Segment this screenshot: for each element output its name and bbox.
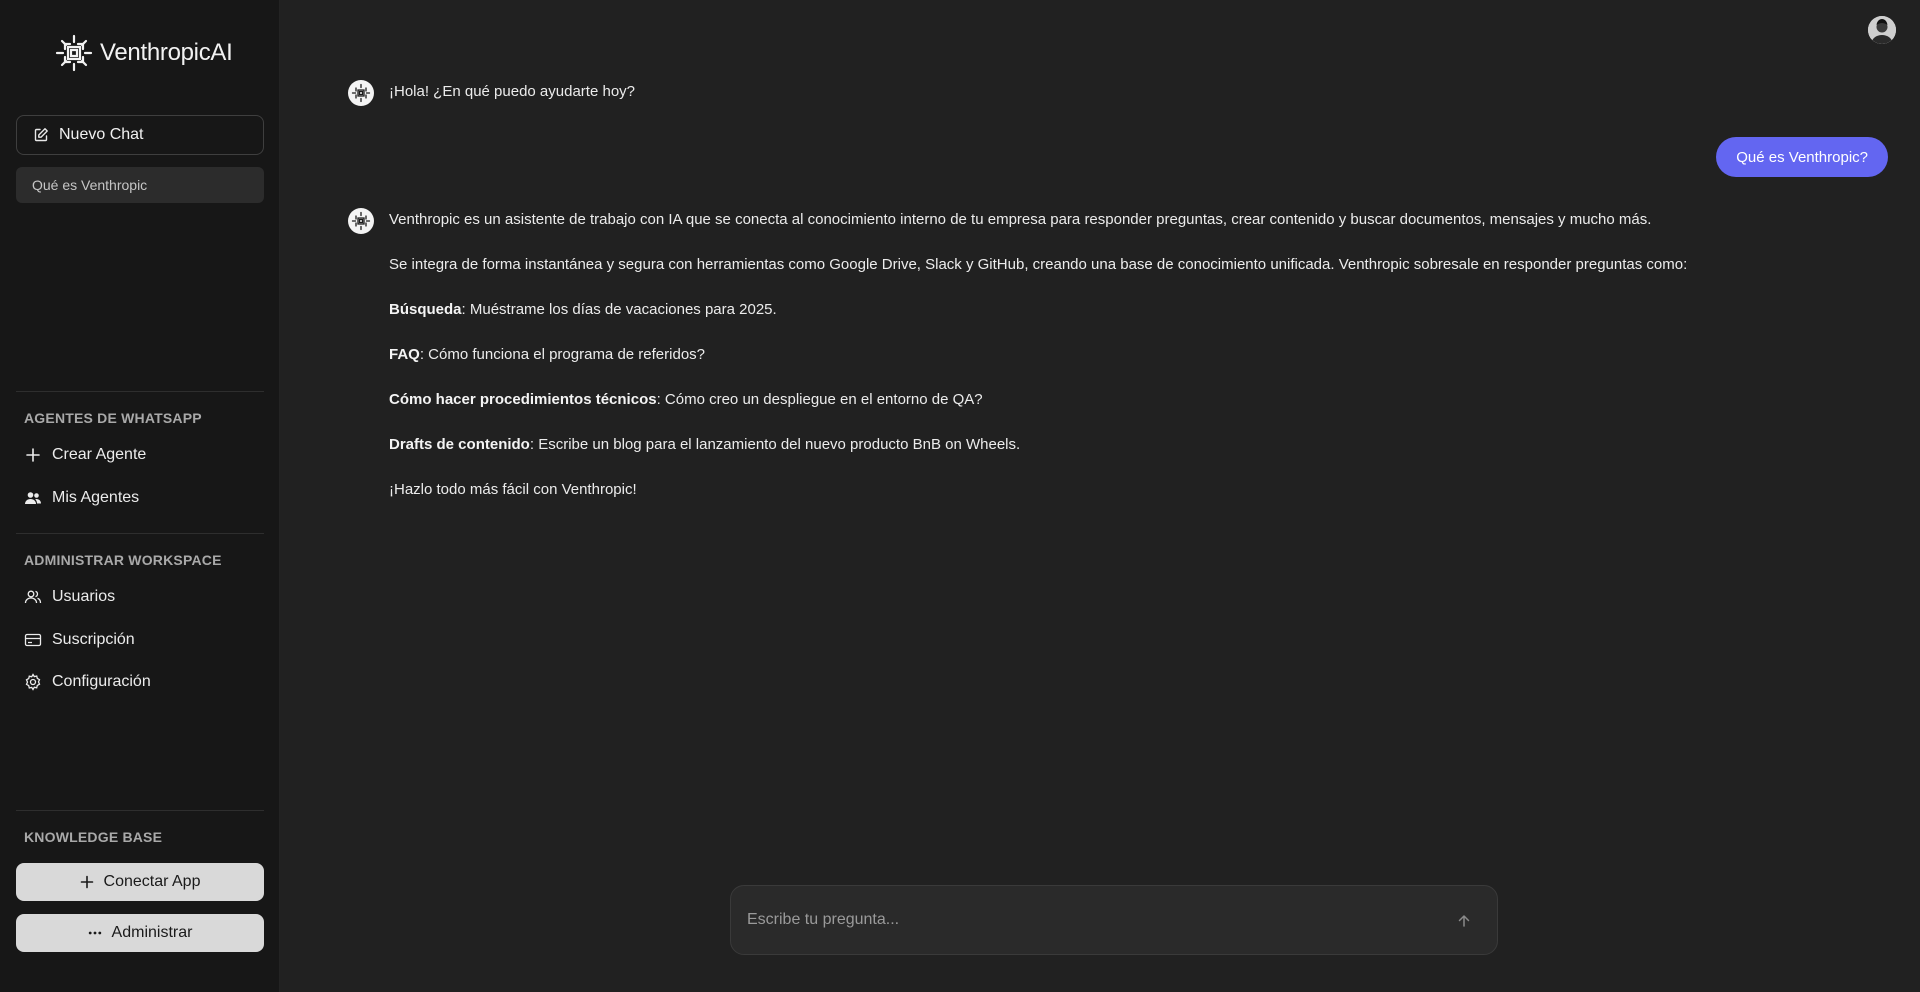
example-text: : Muéstrame los días de vacaciones para …: [461, 301, 777, 318]
sidebar-item-mis-agentes[interactable]: Mis Agentes: [24, 485, 139, 511]
user-group-icon: [24, 590, 42, 604]
plus-icon: [80, 875, 93, 889]
sidebar: VenthropicAI Nuevo Chat Qué es Venthropi…: [0, 0, 280, 992]
example-text: : Cómo creo un despliegue en el entorno …: [656, 391, 983, 408]
sidebar-item-label: Mis Agentes: [52, 489, 140, 506]
chat-history-item[interactable]: Qué es Venthropic: [16, 167, 264, 203]
example-title: Drafts de contenido: [389, 436, 530, 453]
venthropic-logo-icon: [351, 83, 371, 103]
new-chat-button[interactable]: Nuevo Chat: [16, 115, 264, 155]
venthropic-logo-icon: [55, 34, 93, 72]
section-title-whatsapp: AGENTES DE WHATSAPP: [24, 410, 202, 426]
answer-example: Búsqueda: Muéstrame los días de vacacion…: [389, 301, 777, 318]
manage-label: Administrar: [111, 924, 193, 941]
sidebar-divider: [16, 810, 264, 811]
connect-app-label: Conectar App: [103, 873, 201, 890]
sidebar-item-label: Usuarios: [52, 588, 116, 605]
gear-icon: [25, 673, 41, 691]
assistant-greeting: ¡Hola! ¿En qué puedo ayudarte hoy?: [389, 83, 635, 100]
example-title: Búsqueda: [389, 301, 462, 318]
venthropic-logo-icon: [351, 211, 371, 231]
answer-paragraph: Se integra de forma instantánea y segura…: [389, 256, 1688, 273]
edit-icon: [34, 128, 48, 142]
send-button[interactable]: [1453, 910, 1475, 932]
user-avatar-icon: [1868, 16, 1896, 44]
more-dots-icon: [88, 931, 101, 935]
sidebar-item-label: Suscripción: [52, 631, 135, 648]
sidebar-item-configuracion[interactable]: Configuración: [24, 669, 151, 695]
chat-composer: [730, 885, 1498, 955]
answer-example: FAQ: Cómo funciona el programa de referi…: [389, 346, 705, 363]
answer-closing: ¡Hazlo todo más fácil con Venthropic!: [389, 481, 637, 498]
sidebar-item-usuarios[interactable]: Usuarios: [24, 584, 115, 610]
assistant-avatar: [348, 208, 374, 234]
sidebar-divider: [16, 391, 264, 392]
sidebar-item-label: Crear Agente: [52, 446, 147, 463]
app-logo[interactable]: VenthropicAI: [54, 34, 233, 72]
assistant-avatar: [348, 80, 374, 106]
sidebar-item-label: Configuración: [52, 673, 151, 690]
chat-input[interactable]: [747, 886, 1427, 954]
answer-example: Drafts de contenido: Escribe un blog par…: [389, 436, 1020, 453]
chat-history-label: Qué es Venthropic: [32, 177, 148, 193]
connect-app-button[interactable]: Conectar App: [16, 863, 264, 901]
avatar[interactable]: [1868, 16, 1896, 44]
example-text: : Cómo funciona el programa de referidos…: [419, 346, 705, 363]
users-icon: [25, 492, 41, 504]
sidebar-item-crear-agente[interactable]: Crear Agente: [24, 442, 146, 468]
example-title: Cómo hacer procedimientos técnicos: [389, 391, 657, 408]
example-text: : Escribe un blog para el lanzamiento de…: [529, 436, 1021, 453]
manage-button[interactable]: Administrar: [16, 914, 264, 952]
arrow-up-icon: [1458, 915, 1470, 927]
section-title-knowledge: KNOWLEDGE BASE: [24, 829, 163, 845]
new-chat-label: Nuevo Chat: [59, 126, 144, 143]
user-message-text: Qué es Venthropic?: [1736, 148, 1868, 166]
sidebar-divider: [16, 533, 264, 534]
answer-example: Cómo hacer procedimientos técnicos: Cómo…: [389, 391, 983, 408]
plus-icon: [26, 448, 40, 462]
credit-card-icon: [24, 633, 42, 647]
user-message-bubble: Qué es Venthropic?: [1716, 137, 1888, 177]
section-title-workspace: ADMINISTRAR WORKSPACE: [24, 552, 222, 568]
example-title: FAQ: [389, 346, 420, 363]
sidebar-item-suscripcion[interactable]: Suscripción: [24, 627, 135, 653]
answer-paragraph: Venthropic es un asistente de trabajo co…: [389, 211, 1652, 228]
logo-text: VenthropicAI: [100, 39, 233, 66]
